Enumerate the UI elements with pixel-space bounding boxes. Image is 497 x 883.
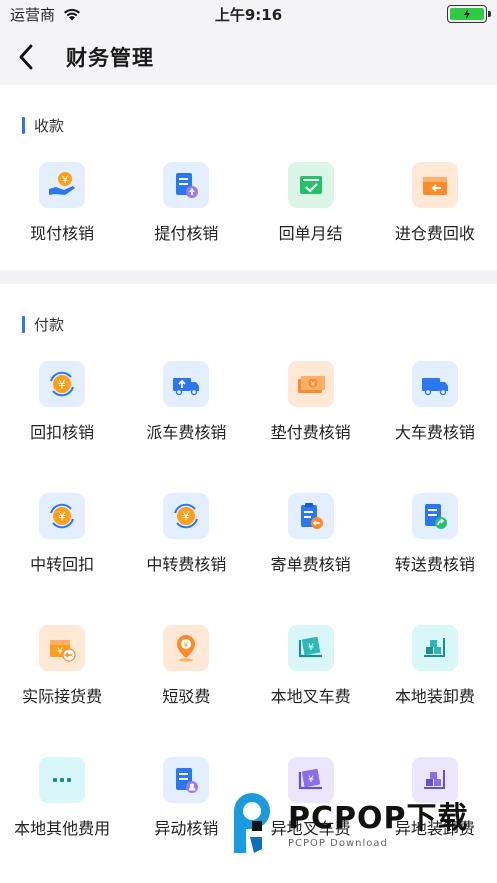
- boxes-cart-icon: [411, 625, 458, 671]
- menu-item-warehouse-fee-recovery[interactable]: 进仓费回收: [373, 162, 497, 248]
- menu-item-label: 回单月结: [278, 224, 343, 243]
- watermark-sub: PCPOP Download: [288, 837, 388, 849]
- menu-item-dispatch-fee-writeoff[interactable]: 派车费核销: [124, 361, 248, 493]
- status-right: [337, 5, 491, 23]
- truck-icon: [411, 361, 458, 407]
- watermark-main: PCPOP下载: [288, 800, 469, 836]
- menu-item-label: 本地其他费用: [14, 819, 111, 838]
- document-user-icon: [163, 757, 210, 803]
- section-title: 付款: [34, 316, 65, 334]
- nav-bar: 财务管理: [0, 28, 497, 85]
- svg-text:¥: ¥: [308, 643, 314, 653]
- menu-item-local-forklift-fee[interactable]: ¥ 本地叉车费: [249, 625, 373, 757]
- menu-item-label: 垫付费核销: [270, 423, 351, 442]
- section-title: 收款: [34, 117, 65, 135]
- menu-item-label: 进仓费回收: [394, 224, 475, 243]
- battery-level: [450, 8, 484, 20]
- watermark: PCPOP下载 PCPOP Download: [228, 790, 488, 860]
- hand-coin-icon: ¥: [39, 162, 86, 208]
- carrier-label: 运营商: [10, 5, 56, 24]
- menu-item-label: 异动核销: [154, 819, 219, 838]
- svg-text:¥: ¥: [183, 510, 191, 524]
- menu-item-label: 中转回扣: [30, 555, 95, 574]
- menu-item-transfer-fee-writeoff[interactable]: ¥ 中转费核销: [124, 493, 248, 625]
- wallet-arrow-icon: [411, 162, 458, 208]
- yuan-cycle-icon: ¥: [39, 493, 86, 539]
- document-share-icon: [411, 493, 458, 539]
- menu-item-rebate-writeoff[interactable]: ¥ 回扣核销: [0, 361, 124, 493]
- wifi-icon: [64, 8, 81, 20]
- section-header: 收款: [0, 115, 497, 136]
- watermark-text: PCPOP下载 PCPOP Download: [288, 800, 469, 849]
- status-bar: 运营商 上午9:16: [0, 0, 497, 28]
- yuan-cycle-icon: ¥: [39, 361, 86, 407]
- box-return-icon: ¥: [39, 625, 86, 671]
- svg-text:¥: ¥: [184, 641, 189, 649]
- svg-text:¥: ¥: [310, 380, 315, 388]
- menu-item-local-other-fees[interactable]: 本地其他费用: [0, 757, 124, 883]
- menu-item-actual-pickup-fee[interactable]: ¥ 实际接货费: [0, 625, 124, 757]
- menu-grid: ¥ 现付核销 提付核销 回单月结 进仓费回收: [0, 162, 497, 248]
- menu-item-label: 寄单费核销: [270, 555, 351, 574]
- svg-text:¥: ¥: [62, 175, 68, 186]
- menu-item-label: 转送费核销: [394, 555, 475, 574]
- status-time: 上午9:16: [214, 5, 283, 24]
- menu-item-label: 大车费核销: [394, 423, 475, 442]
- menu-item-label: 实际接货费: [22, 687, 103, 706]
- menu-item-large-truck-fee-writeoff[interactable]: 大车费核销: [373, 361, 497, 493]
- menu-item-collect-payment-writeoff[interactable]: 提付核销: [124, 162, 248, 248]
- menu-item-transfer-rebate[interactable]: ¥ 中转回扣: [0, 493, 124, 625]
- document-upload-icon: [163, 162, 210, 208]
- menu-item-label: 短驳费: [162, 687, 211, 706]
- forklift-box-icon: ¥: [287, 625, 334, 671]
- menu-item-cash-payment-writeoff[interactable]: ¥ 现付核销: [0, 162, 124, 248]
- receipt-check-icon: [287, 162, 334, 208]
- battery-icon: [447, 5, 491, 23]
- menu-item-receipt-monthly[interactable]: 回单月结: [249, 162, 373, 248]
- menu-item-local-loading-fee[interactable]: 本地装卸费: [373, 625, 497, 757]
- menu-item-label: 本地装卸费: [394, 687, 475, 706]
- chevron-left-icon: [19, 44, 33, 69]
- section-receipts: 收款 ¥ 现付核销 提付核销 回单月结 进仓费回收: [0, 85, 497, 270]
- yuan-cycle-icon: ¥: [163, 493, 210, 539]
- location-pin-icon: ¥: [163, 625, 210, 671]
- svg-text:¥: ¥: [57, 647, 63, 657]
- page-title: 财务管理: [66, 45, 154, 70]
- back-button[interactable]: [18, 41, 44, 73]
- menu-item-label: 中转费核销: [146, 555, 227, 574]
- menu-item-label: 现付核销: [30, 224, 95, 243]
- section-accent-bar: [22, 117, 25, 134]
- menu-item-forward-fee-writeoff[interactable]: 转送费核销: [373, 493, 497, 625]
- menu-item-label: 本地叉车费: [270, 687, 351, 706]
- truck-upload-icon: [163, 361, 210, 407]
- pcpop-logo-icon: [234, 793, 270, 853]
- section-accent-bar: [22, 316, 25, 333]
- menu-item-advance-fee-writeoff[interactable]: ¥ 垫付费核销: [249, 361, 373, 493]
- menu-item-label: 派车费核销: [146, 423, 227, 442]
- more-dots-icon: [39, 757, 86, 803]
- svg-text:¥: ¥: [58, 510, 66, 524]
- svg-text:¥: ¥: [308, 775, 314, 785]
- menu-item-mail-fee-writeoff[interactable]: 寄单费核销: [249, 493, 373, 625]
- menu-item-shuttle-fee[interactable]: ¥ 短驳费: [124, 625, 248, 757]
- status-left: 运营商: [10, 4, 160, 25]
- clipboard-return-icon: [287, 493, 334, 539]
- menu-item-label: 回扣核销: [30, 423, 95, 442]
- menu-item-label: 提付核销: [154, 224, 219, 243]
- svg-text:¥: ¥: [58, 378, 66, 392]
- cash-stack-icon: ¥: [287, 361, 334, 407]
- section-header: 付款: [0, 314, 497, 335]
